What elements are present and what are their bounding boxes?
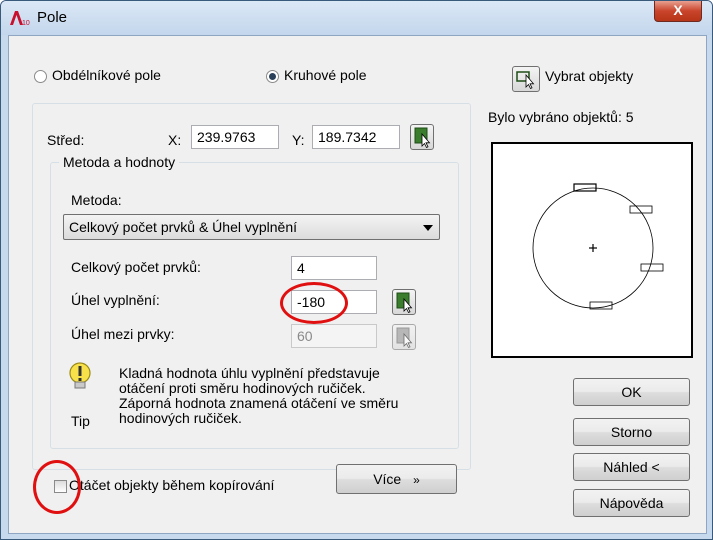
tip-line: hodinových ručiček. [119, 410, 242, 426]
highlight-ring-checkbox [33, 460, 81, 514]
total-items-input[interactable]: 4 [291, 256, 377, 280]
pick-fill-angle-button[interactable] [392, 289, 416, 315]
tip-line: Záporná hodnota znamená otáčení ve směru [119, 395, 399, 411]
lightbulb-icon [69, 362, 91, 389]
more-button[interactable]: Více » [336, 464, 457, 494]
rotate-objects-label[interactable]: Otáčet objekty během kopírování [69, 477, 274, 493]
radio-rectangular-label[interactable]: Obdélníkové pole [52, 67, 161, 83]
more-button-label: Více [373, 471, 402, 487]
cancel-button[interactable]: Storno [573, 418, 690, 446]
center-x-label: X: [168, 132, 182, 148]
center-x-input[interactable]: 239.9763 [191, 125, 279, 149]
selected-count-text: Bylo vybráno objektů: 5 [488, 109, 634, 125]
center-label: Střed: [47, 132, 85, 148]
center-y-input[interactable]: 189.7342 [312, 125, 400, 149]
radio-polar-label[interactable]: Kruhové pole [284, 67, 367, 83]
select-objects-icon [516, 71, 535, 90]
angle-between-input: 60 [291, 324, 377, 348]
total-items-label: Celkový počet prvků: [71, 259, 201, 275]
pick-point-icon [396, 327, 413, 349]
highlight-ring-fill-angle [280, 282, 348, 324]
tip-label: Tip [71, 413, 90, 429]
svg-text:10: 10 [22, 20, 30, 26]
pick-point-icon [414, 127, 431, 149]
ok-button[interactable]: OK [573, 378, 690, 406]
preview-canvas [532, 183, 664, 310]
pick-point-icon [396, 292, 413, 314]
preview-button[interactable]: Náhled < [573, 453, 690, 481]
array-preview [491, 142, 693, 358]
radio-rectangular-array[interactable] [34, 70, 47, 83]
fill-angle-label: Úhel vyplnění: [71, 292, 160, 308]
window-title: Pole [37, 9, 68, 26]
method-dropdown[interactable]: Celkový počet prvků & Úhel vyplnění [63, 214, 440, 240]
title-bar: 10 Pole X [1, 1, 712, 35]
method-group-title: Metoda a hodnoty [59, 154, 180, 170]
angle-between-label: Úhel mezi prvky: [71, 326, 175, 342]
autocad-icon: 10 [10, 11, 30, 26]
radio-polar-array[interactable] [266, 70, 279, 83]
tip-line: otáčení proti směru hodinových ručiček. [119, 380, 366, 396]
pick-angle-between-button [392, 324, 416, 350]
pick-center-button[interactable] [410, 124, 434, 150]
dialog-body: Obdélníkové pole Kruhové pole Střed: X: … [8, 35, 707, 534]
close-button[interactable]: X [654, 1, 702, 22]
double-chevron-down-icon: » [413, 473, 420, 487]
select-objects-button[interactable] [512, 66, 540, 92]
tip-line: Kladná hodnota úhlu vyplnění představuje [119, 365, 380, 381]
tip-text: Kladná hodnota úhlu vyplnění představuje… [119, 366, 419, 426]
center-y-label: Y: [292, 132, 305, 148]
pole-dialog: 10 Pole X Obdélníkové pole Kruhové pole … [0, 0, 713, 540]
method-dropdown-value: Celkový počet prvků & Úhel vyplnění [69, 219, 297, 235]
select-objects-label[interactable]: Vybrat objekty [545, 68, 633, 84]
chevron-down-icon [423, 225, 433, 231]
help-button[interactable]: Nápověda [573, 489, 690, 517]
method-label: Metoda: [71, 192, 122, 208]
